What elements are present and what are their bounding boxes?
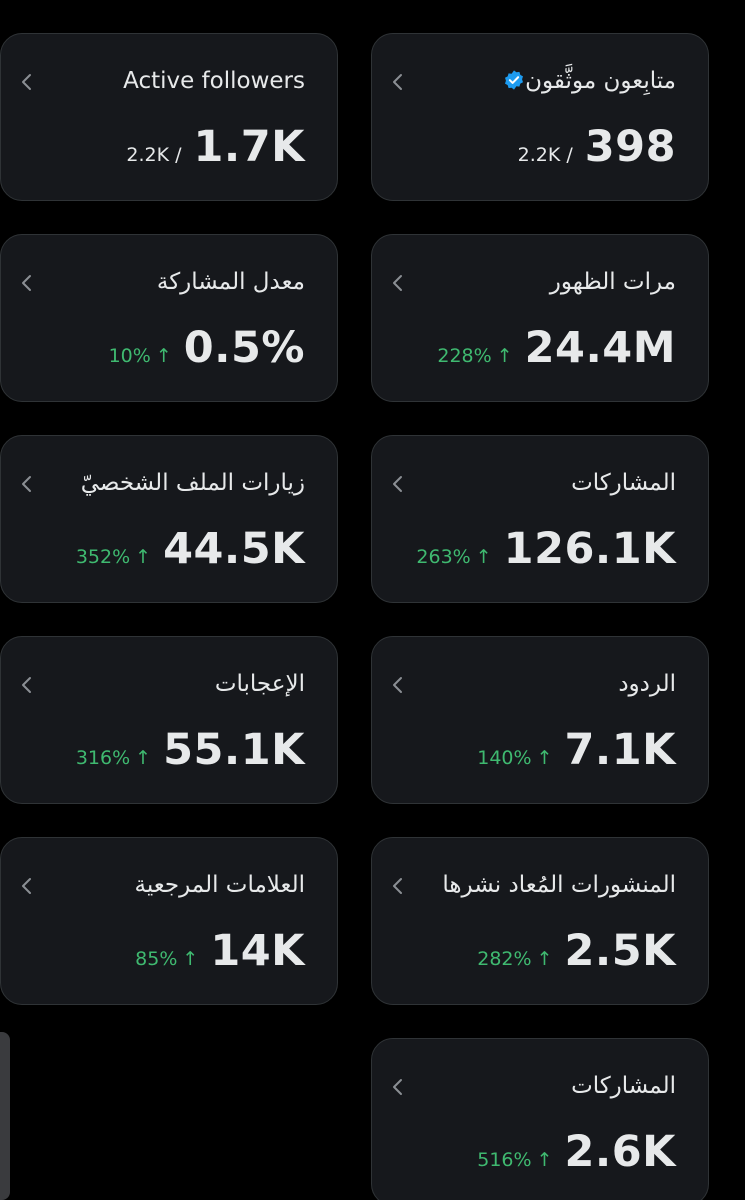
card-engagements[interactable]: المشاركات 263% ↑ 126.1K <box>371 435 709 603</box>
metric-value: 7.1K <box>564 725 676 775</box>
chevron-left-icon <box>17 474 37 494</box>
arrow-up-icon: ↑ <box>536 1149 553 1171</box>
chevron-left-icon <box>17 675 37 695</box>
trend-delta: 85% ↑ <box>135 948 199 970</box>
arrow-up-icon: ↑ <box>536 948 553 970</box>
card-title: المشاركات <box>571 470 676 496</box>
card-title: متابِعون موثَّقون <box>497 68 676 94</box>
metric-value: 1.7K <box>193 122 305 172</box>
metric-value: 398 <box>584 122 676 172</box>
metric-value: 24.4M <box>524 323 676 373</box>
trend-delta: 228% ↑ <box>437 345 513 367</box>
arrow-up-icon: ↑ <box>475 546 492 568</box>
card-title: المنشورات المُعاد نشرها <box>442 872 676 898</box>
verified-badge-icon <box>503 69 525 91</box>
chevron-left-icon <box>17 876 37 896</box>
card-reposts[interactable]: المنشورات المُعاد نشرها 282% ↑ 2.5K <box>371 837 709 1005</box>
chevron-left-icon <box>388 474 408 494</box>
metric-value: 2.5K <box>564 926 676 976</box>
chevron-left-icon <box>17 72 37 92</box>
total-followers: 2.2K / <box>126 144 182 166</box>
chevron-left-icon <box>17 273 37 293</box>
card-active-followers[interactable]: Active followers 2.2K / 1.7K <box>0 33 338 201</box>
metric-value: 0.5% <box>183 323 305 373</box>
arrow-up-icon: ↑ <box>135 747 152 769</box>
arrow-up-icon: ↑ <box>536 747 553 769</box>
trend-delta: 10% ↑ <box>108 345 172 367</box>
card-profile-visits[interactable]: زيارات الملف الشخصيّ 352% ↑ 44.5K <box>0 435 338 603</box>
chevron-left-icon <box>388 273 408 293</box>
arrow-up-icon: ↑ <box>182 948 199 970</box>
card-title: العلامات المرجعية <box>134 872 305 898</box>
total-followers: 2.2K / <box>517 144 573 166</box>
card-impressions[interactable]: مرات الظهور 228% ↑ 24.4M <box>371 234 709 402</box>
metric-value: 126.1K <box>503 524 676 574</box>
chevron-left-icon <box>388 675 408 695</box>
card-engagement-rate[interactable]: معدل المشاركة 10% ↑ 0.5% <box>0 234 338 402</box>
card-shares[interactable]: المشاركات 516% ↑ 2.6K <box>371 1038 709 1200</box>
trend-delta: 140% ↑ <box>477 747 553 769</box>
trend-delta: 282% ↑ <box>477 948 553 970</box>
trend-delta: 263% ↑ <box>416 546 492 568</box>
card-title: الردود <box>618 671 676 697</box>
metric-value: 55.1K <box>163 725 305 775</box>
trend-delta: 316% ↑ <box>75 747 152 769</box>
card-title: المشاركات <box>571 1073 676 1099</box>
chevron-left-icon <box>388 876 408 896</box>
arrow-up-icon: ↑ <box>496 345 513 367</box>
card-title: الإعجابات <box>214 671 305 697</box>
chevron-left-icon <box>388 1077 408 1097</box>
card-verified-followers[interactable]: متابِعون موثَّقون 2.2K / 398 <box>371 33 709 201</box>
metric-value: 44.5K <box>163 524 305 574</box>
card-title: مرات الظهور <box>549 269 676 295</box>
metric-value: 14K <box>210 926 305 976</box>
analytics-overview: متابِعون موثَّقون 2.2K / 398 Active foll… <box>0 0 745 1200</box>
card-bookmarks[interactable]: العلامات المرجعية 85% ↑ 14K <box>0 837 338 1005</box>
trend-delta: 352% ↑ <box>75 546 152 568</box>
chevron-left-icon <box>388 72 408 92</box>
metric-value: 2.6K <box>564 1127 676 1177</box>
arrow-up-icon: ↑ <box>155 345 172 367</box>
arrow-up-icon: ↑ <box>135 546 152 568</box>
scroll-handle[interactable] <box>0 1032 10 1200</box>
card-likes[interactable]: الإعجابات 316% ↑ 55.1K <box>0 636 338 804</box>
card-title: Active followers <box>123 68 305 94</box>
trend-delta: 516% ↑ <box>477 1149 553 1171</box>
card-title: زيارات الملف الشخصيّ <box>80 470 305 496</box>
card-title: معدل المشاركة <box>156 269 305 295</box>
card-replies[interactable]: الردود 140% ↑ 7.1K <box>371 636 709 804</box>
